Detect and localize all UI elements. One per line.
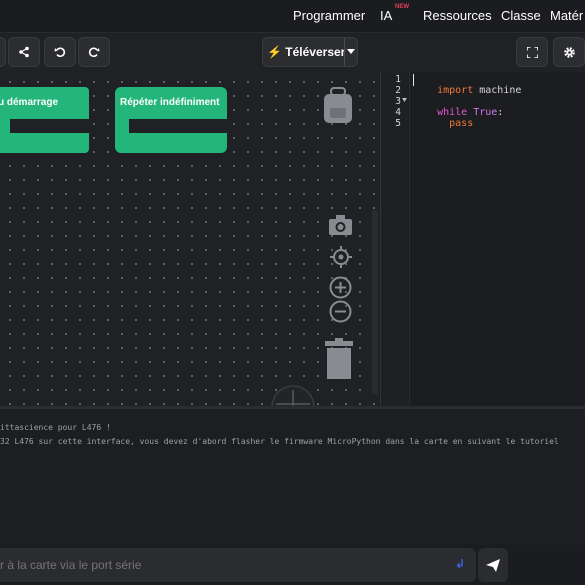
target-icon[interactable] xyxy=(330,246,352,268)
code-editor[interactable]: 1 2 3 4 5 import machine while True: pas… xyxy=(380,72,585,406)
console-line: 32 L476 sur cette interface, vous devez … xyxy=(0,437,559,446)
line-number: 5 xyxy=(395,118,401,129)
line-number: 4 xyxy=(395,107,401,118)
line-number: 1 xyxy=(395,74,401,85)
fullscreen-button[interactable] xyxy=(516,37,548,67)
share-icon xyxy=(19,46,29,58)
nav-ia[interactable]: IA xyxy=(380,8,392,23)
new-badge: NEW xyxy=(395,4,409,10)
backpack-icon[interactable] xyxy=(322,86,354,124)
upload-button[interactable]: ⚡ Téléverser xyxy=(262,37,358,67)
nav-classe[interactable]: Classe xyxy=(501,8,541,23)
fold-arrow-icon[interactable] xyxy=(402,98,407,102)
undo-icon xyxy=(54,47,66,57)
console-line: ittascience pour L476 ! xyxy=(0,423,111,432)
left-edge-button[interactable] xyxy=(0,37,6,67)
top-navigation: Programmer IA NEW Ressources Classe Maté… xyxy=(0,0,585,32)
serial-input[interactable] xyxy=(0,548,440,582)
upload-label: Téléverser xyxy=(285,45,346,59)
redo-button[interactable] xyxy=(78,37,110,67)
toolbar: ⚡ Téléverser xyxy=(0,32,585,74)
repeat-forever-block[interactable]: Répéter indéfiniment xyxy=(115,87,227,153)
line-gutter: 1 2 3 4 5 xyxy=(381,72,410,406)
undo-button[interactable] xyxy=(44,37,76,67)
nav-materiel[interactable]: Matér xyxy=(550,8,583,23)
send-icon xyxy=(486,558,500,572)
camera-icon[interactable] xyxy=(328,214,353,236)
upload-label-wrap: ⚡ Téléverser xyxy=(267,45,345,59)
repeat-forever-label: Répéter indéfiniment xyxy=(120,97,220,108)
flyout-toggle-icon[interactable] xyxy=(270,384,316,406)
serial-console: ittascience pour L476 ! 32 L476 sur cett… xyxy=(0,406,585,548)
chevron-down-icon[interactable] xyxy=(347,49,355,55)
line-number: 3 xyxy=(395,96,401,107)
share-button[interactable] xyxy=(8,37,40,67)
gear-icon xyxy=(563,46,575,58)
settings-button[interactable] xyxy=(553,37,585,67)
nav-programmer[interactable]: Programmer xyxy=(293,8,365,23)
upload-divider xyxy=(344,38,345,66)
line-ending-icon[interactable]: ↲ xyxy=(455,557,465,571)
line-number: 2 xyxy=(395,85,401,96)
serial-input-box: ↲ xyxy=(0,548,476,582)
text-cursor xyxy=(413,74,414,86)
trash-icon[interactable] xyxy=(324,338,354,380)
nav-ressources[interactable]: Ressources xyxy=(423,8,492,23)
fullscreen-icon xyxy=(526,46,538,58)
zoom-out-icon[interactable] xyxy=(329,300,352,323)
on-start-block[interactable]: u démarrage xyxy=(0,87,89,153)
block-slot xyxy=(10,119,89,133)
zoom-in-icon[interactable] xyxy=(329,276,352,299)
redo-icon xyxy=(88,47,100,57)
code-line-4: pass xyxy=(437,118,474,129)
vertical-scrollbar[interactable] xyxy=(372,210,378,395)
serial-input-bar: ↲ xyxy=(0,545,585,585)
send-button[interactable] xyxy=(478,548,508,582)
block-slot xyxy=(129,119,227,133)
block-workspace[interactable]: u démarrage Répéter indéfiniment xyxy=(0,72,380,406)
lightning-icon: ⚡ xyxy=(267,45,282,59)
on-start-label: u démarrage xyxy=(0,97,59,108)
